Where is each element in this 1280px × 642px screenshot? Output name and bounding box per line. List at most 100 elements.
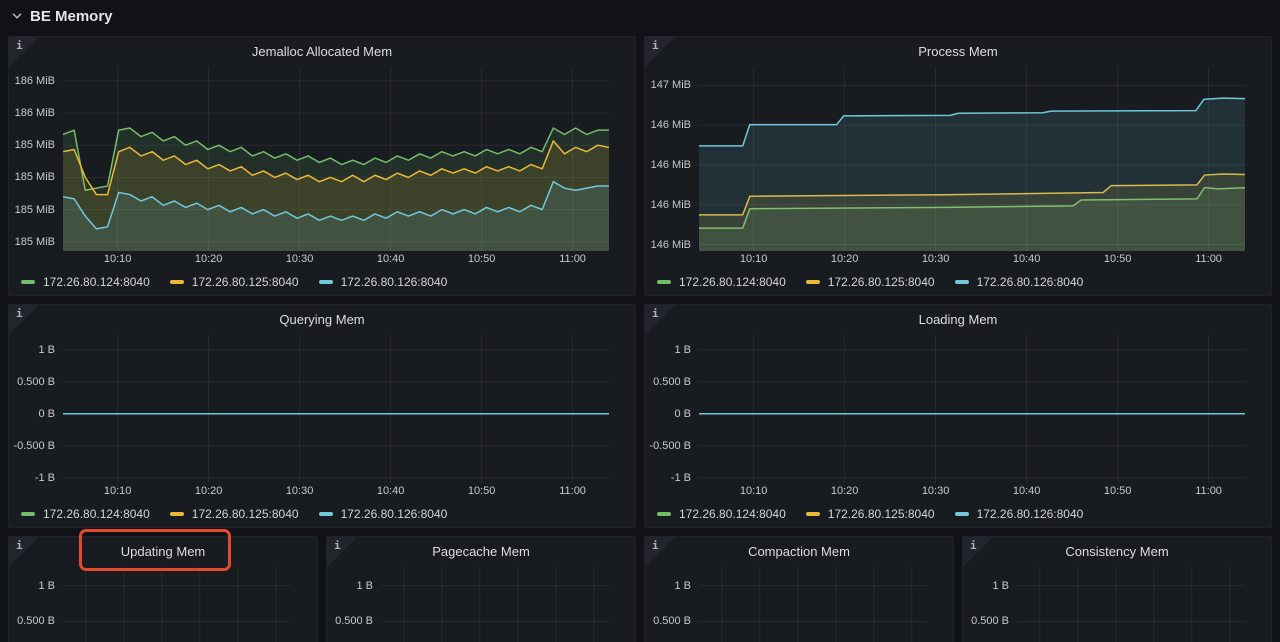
x-axis-tick-label: 10:40 [1013, 485, 1041, 497]
legend-swatch-icon [955, 512, 969, 516]
legend-swatch-icon [806, 512, 820, 516]
legend-item[interactable]: 172.26.80.126:8040 [955, 275, 1084, 289]
info-icon[interactable]: i [652, 540, 659, 551]
y-axis-tick-label: 146 MiB [651, 119, 691, 131]
panel-info-corner[interactable] [9, 305, 39, 335]
panel-title[interactable]: Process Mem [645, 37, 1271, 67]
y-axis: 1 B0.500 B [645, 567, 699, 642]
chevron-down-icon [10, 9, 24, 23]
legend-label: 172.26.80.124:8040 [43, 507, 150, 521]
panel-info-corner[interactable] [645, 305, 675, 335]
x-axis-tick-label: 10:50 [468, 253, 496, 265]
y-axis-tick-label: 186 MiB [15, 107, 55, 119]
x-axis-tick-label: 10:30 [922, 253, 950, 265]
info-icon[interactable]: i [970, 540, 977, 551]
y-axis-tick-label: 0.500 B [17, 376, 55, 388]
y-axis-tick-label: -1 B [671, 472, 691, 484]
x-axis-tick-label: 10:10 [104, 253, 132, 265]
y-axis: 186 MiB186 MiB185 MiB185 MiB185 MiB185 M… [9, 67, 63, 251]
plot-area[interactable] [699, 567, 927, 642]
panel-title[interactable]: Compaction Mem [645, 537, 953, 567]
section-header-be-memory[interactable]: BE Memory [10, 4, 113, 28]
legend-item[interactable]: 172.26.80.125:8040 [170, 507, 299, 521]
y-axis-tick-label: 1 B [356, 580, 373, 592]
legend: 172.26.80.124:8040 172.26.80.125:8040 172.… [9, 501, 635, 527]
plot-area[interactable] [699, 67, 1245, 251]
panel-info-corner[interactable] [963, 537, 993, 567]
panel-info-corner[interactable] [327, 537, 357, 567]
x-axis-tick-label: 10:50 [1104, 253, 1132, 265]
chart-svg [699, 567, 927, 642]
x-axis-tick-label: 11:00 [1195, 485, 1222, 497]
plot-area[interactable] [63, 335, 609, 483]
panel-title[interactable]: Consistency Mem [963, 537, 1271, 567]
y-axis-tick-label: 0.500 B [653, 615, 691, 627]
panel-consistency-mem: i Consistency Mem 1 B0.500 B [962, 536, 1272, 642]
legend-label: 172.26.80.124:8040 [679, 507, 786, 521]
info-icon[interactable]: i [16, 540, 23, 551]
info-icon[interactable]: i [652, 40, 659, 51]
legend-swatch-icon [170, 512, 184, 516]
legend-item[interactable]: 172.26.80.126:8040 [319, 507, 448, 521]
x-axis: 10:1010:2010:3010:4010:5011:00 [699, 483, 1245, 501]
legend-label: 172.26.80.125:8040 [192, 507, 299, 521]
x-axis-tick-label: 10:40 [1013, 253, 1041, 265]
panel-process-mem: i Process Mem 147 MiB146 MiB146 MiB146 M… [644, 36, 1272, 296]
legend-item[interactable]: 172.26.80.124:8040 [21, 275, 150, 289]
legend-item[interactable]: 172.26.80.124:8040 [657, 275, 786, 289]
y-axis: 1 B 0.500 B [327, 567, 381, 642]
info-icon[interactable]: i [16, 308, 23, 319]
info-icon[interactable]: i [334, 540, 341, 551]
panel-title[interactable]: Updating Mem [9, 537, 317, 567]
y-axis-tick-label: 1 B [38, 580, 55, 592]
info-icon[interactable]: i [652, 308, 659, 319]
panel-pagecache-mem: i Pagecache Mem 1 B 0.500 B [326, 536, 636, 642]
x-axis-tick-label: 10:50 [468, 485, 496, 497]
legend: 172.26.80.124:8040 172.26.80.125:8040 172.… [645, 501, 1271, 527]
y-axis-tick-label: 1 B [674, 344, 691, 356]
legend-item[interactable]: 172.26.80.125:8040 [170, 275, 299, 289]
plot-area[interactable] [1017, 567, 1245, 642]
legend-item[interactable]: 172.26.80.126:8040 [319, 275, 448, 289]
chart-svg [63, 335, 609, 483]
y-axis-tick-label: 146 MiB [651, 159, 691, 171]
panel-updating-mem: i Updating Mem 1 B0.500 B [8, 536, 318, 642]
legend-item[interactable]: 172.26.80.125:8040 [806, 507, 935, 521]
legend-swatch-icon [170, 280, 184, 284]
y-axis-tick-label: 146 MiB [651, 239, 691, 251]
x-axis-tick-label: 10:10 [104, 485, 132, 497]
legend-item[interactable]: 172.26.80.126:8040 [955, 507, 1084, 521]
panel-info-corner[interactable] [9, 537, 39, 567]
plot-area[interactable] [699, 335, 1245, 483]
legend-item[interactable]: 172.26.80.124:8040 [657, 507, 786, 521]
panel-title[interactable]: Jemalloc Allocated Mem [9, 37, 635, 67]
legend-label: 172.26.80.126:8040 [977, 275, 1084, 289]
x-axis-tick-label: 10:20 [195, 485, 223, 497]
panel-title[interactable]: Pagecache Mem [327, 537, 635, 567]
panel-info-corner[interactable] [645, 537, 675, 567]
plot-area[interactable] [63, 567, 291, 642]
panel-title[interactable]: Loading Mem [645, 305, 1271, 335]
chart-svg [699, 335, 1245, 483]
panel-compaction-mem: i Compaction Mem 1 B0.500 B [644, 536, 954, 642]
legend-item[interactable]: 172.26.80.125:8040 [806, 275, 935, 289]
x-axis-tick-label: 10:50 [1104, 485, 1132, 497]
plot-area[interactable] [63, 67, 609, 251]
y-axis-tick-label: 0.500 B [335, 615, 373, 627]
y-axis: 147 MiB146 MiB146 MiB146 MiB146 MiB [645, 67, 699, 251]
x-axis-tick-label: 10:30 [286, 253, 314, 265]
legend-item[interactable]: 172.26.80.124:8040 [21, 507, 150, 521]
panel-info-corner[interactable] [645, 37, 675, 67]
y-axis-tick-label: 185 MiB [15, 171, 55, 183]
panel-info-corner[interactable] [9, 37, 39, 67]
x-axis: 10:1010:2010:3010:4010:5011:00 [63, 251, 609, 269]
y-axis-tick-label: 0 B [38, 408, 55, 420]
x-axis-tick-label: 11:00 [1195, 253, 1222, 265]
legend-label: 172.26.80.124:8040 [679, 275, 786, 289]
legend: 172.26.80.124:8040 172.26.80.125:8040 172.… [9, 269, 635, 295]
panel-jemalloc-allocated-mem: i Jemalloc Allocated Mem 186 MiB186 MiB1… [8, 36, 636, 296]
info-icon[interactable]: i [16, 40, 23, 51]
plot-area[interactable] [381, 567, 609, 642]
panel-title[interactable]: Querying Mem [9, 305, 635, 335]
x-axis-tick-label: 10:10 [740, 485, 768, 497]
